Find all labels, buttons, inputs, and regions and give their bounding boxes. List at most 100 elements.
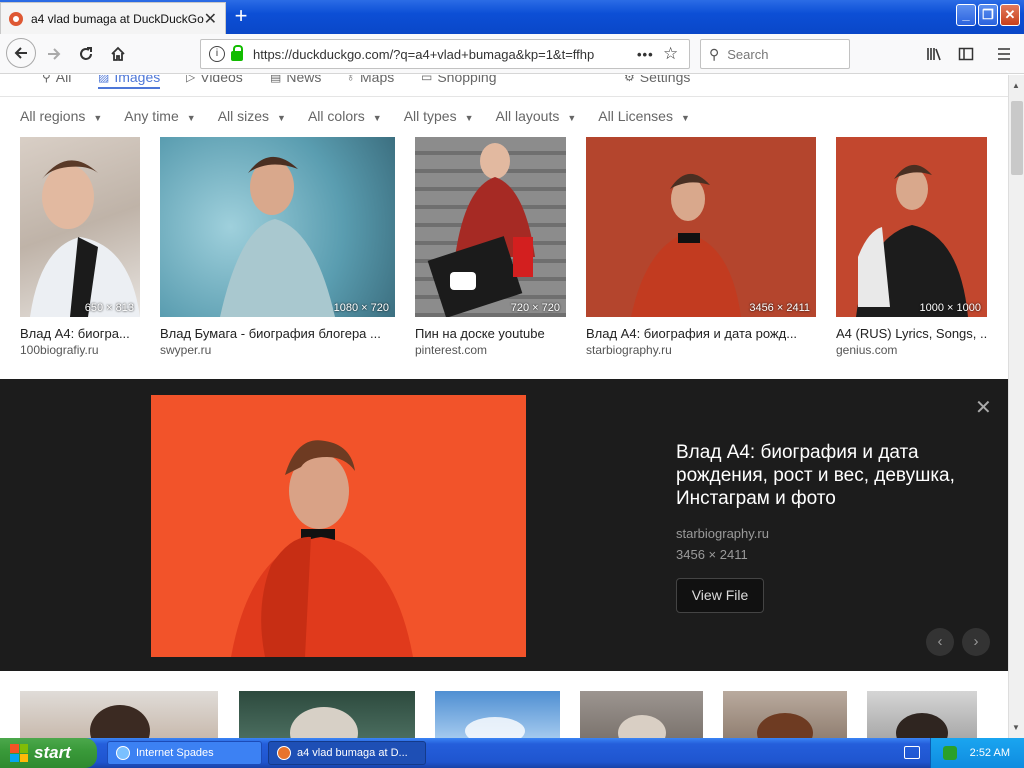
result-title[interactable]: Влад Бумага - биография блогера ... — [160, 326, 395, 341]
duckduckgo-favicon-icon — [9, 11, 23, 26]
vertical-scrollbar[interactable]: ▲ ▼ — [1008, 75, 1024, 738]
scroll-up-icon[interactable]: ▲ — [1012, 81, 1020, 90]
search-icon: ⚲ — [42, 75, 51, 84]
close-window-button[interactable]: ✕ — [1000, 4, 1020, 26]
image-result[interactable] — [20, 691, 218, 738]
result-title[interactable]: Пин на доске youtube — [415, 326, 566, 341]
result-thumbnail[interactable]: 720 × 720 — [415, 137, 566, 317]
result-title[interactable]: Влад А4: биогра... — [20, 326, 140, 341]
keyboard-icon[interactable] — [904, 746, 920, 759]
back-button[interactable] — [6, 38, 36, 68]
restore-button[interactable]: ❐ — [978, 4, 998, 26]
filter-label: All Licenses — [598, 108, 673, 124]
internet-spades-icon — [116, 746, 130, 760]
browser-title-bar: a4 vlad bumaga at DuckDuckGo ✕ + _ ❐ ✕ — [0, 0, 1024, 34]
taskbar-item[interactable]: a4 vlad bumaga at D... — [268, 741, 426, 765]
image-result[interactable] — [239, 691, 415, 738]
portrait-figure-icon — [231, 440, 413, 657]
tab-maps[interactable]: ♁ Maps — [346, 75, 394, 85]
image-result[interactable]: 1000 × 1000 A4 (RUS) Lyrics, Songs, ... … — [836, 137, 987, 357]
result-source: starbiography.ru — [586, 343, 672, 357]
browser-search-box[interactable]: ⚲ Search — [700, 39, 850, 69]
home-button[interactable] — [104, 40, 132, 68]
forward-button[interactable] — [40, 40, 68, 68]
image-dimensions: 3456 × 2411 — [749, 302, 810, 314]
address-bar[interactable]: i https://duckduckgo.com/?q=a4+vlad+buma… — [200, 39, 690, 69]
tab-label: Images — [114, 75, 161, 85]
result-title[interactable]: A4 (RUS) Lyrics, Songs, ... — [836, 326, 987, 341]
result-source: 100biografiy.ru — [20, 343, 99, 357]
filter-sizes[interactable]: All sizes ▼ — [218, 108, 286, 124]
reload-button[interactable] — [72, 40, 100, 68]
prev-image-button[interactable]: ‹ — [926, 628, 954, 656]
detail-source[interactable]: starbiography.ru — [676, 526, 769, 541]
taskbar-item-label: Internet Spades — [136, 747, 214, 759]
tab-shopping[interactable]: ▭ Shopping — [421, 75, 497, 85]
page-actions-icon[interactable]: ••• — [637, 47, 663, 62]
image-dimensions: 1080 × 720 — [333, 302, 389, 314]
tab-news[interactable]: ▤ News — [270, 75, 321, 85]
view-file-button[interactable]: View File — [676, 578, 764, 613]
play-icon: ▷ — [186, 75, 196, 84]
image-detail-panel: Влад А4: биография и дата рождения, рост… — [0, 379, 1008, 671]
filter-licenses[interactable]: All Licenses ▼ — [598, 108, 690, 124]
result-source: swyper.ru — [160, 343, 212, 357]
image-result[interactable]: 720 × 720 Пин на доске youtube pinterest… — [415, 137, 566, 357]
result-title[interactable]: Влад А4: биография и дата рожд... — [586, 326, 816, 341]
windows-logo-icon — [10, 744, 28, 762]
filter-types[interactable]: All types ▼ — [404, 108, 474, 124]
caret-down-icon: ▼ — [464, 113, 474, 123]
network-icon[interactable] — [943, 746, 957, 760]
browser-tab[interactable]: a4 vlad bumaga at DuckDuckGo ✕ — [0, 2, 226, 34]
filter-regions[interactable]: All regions ▼ — [20, 108, 102, 124]
taskbar-item[interactable]: Internet Spades — [107, 741, 262, 765]
image-result[interactable]: 3456 × 2411 Влад А4: биография и дата ро… — [586, 137, 816, 357]
filter-layouts[interactable]: All layouts ▼ — [496, 108, 577, 124]
portrait-figure-icon — [896, 713, 948, 738]
start-button[interactable]: start — [0, 738, 97, 768]
caret-down-icon: ▼ — [277, 113, 286, 123]
next-image-button[interactable]: › — [962, 628, 990, 656]
image-result[interactable] — [723, 691, 847, 738]
menu-button[interactable] — [990, 40, 1018, 68]
image-result[interactable]: 1080 × 720 Влад Бумага - биография блоге… — [160, 137, 395, 357]
filter-label: All layouts — [495, 108, 560, 124]
result-thumbnail[interactable]: 1000 × 1000 — [836, 137, 987, 317]
clock[interactable]: 2:52 AM — [970, 747, 1010, 759]
image-result[interactable] — [435, 691, 560, 738]
site-info-icon[interactable]: i — [209, 46, 225, 62]
tab-all[interactable]: ⚲ All — [42, 75, 71, 85]
minimize-button[interactable]: _ — [956, 4, 976, 26]
image-result[interactable] — [867, 691, 977, 738]
scroll-down-icon[interactable]: ▼ — [1012, 723, 1020, 732]
sidebar-button[interactable] — [952, 40, 980, 68]
image-result[interactable]: 650 × 813 Влад А4: биогра... 100biografi… — [20, 137, 140, 357]
detail-image[interactable] — [151, 395, 526, 657]
bag-icon: ▭ — [421, 75, 433, 84]
result-thumbnail[interactable]: 650 × 813 — [20, 137, 140, 317]
tab-settings[interactable]: ⚙ Settings — [624, 75, 690, 85]
filter-bar: All regions ▼ Any time ▼ All sizes ▼ All co… — [20, 108, 712, 124]
tab-videos[interactable]: ▷ Videos — [186, 75, 243, 85]
portrait-figure-icon — [757, 713, 813, 738]
tab-label: Maps — [360, 75, 395, 85]
filter-time[interactable]: Any time ▼ — [124, 108, 195, 124]
scrollbar-thumb[interactable] — [1011, 101, 1023, 175]
tab-close-icon[interactable]: ✕ — [204, 9, 217, 29]
image-result[interactable] — [580, 691, 703, 738]
close-detail-icon[interactable]: ✕ — [975, 395, 992, 420]
filter-label: All regions — [20, 108, 86, 124]
portrait-figure-icon — [290, 707, 358, 738]
tab-images[interactable]: ▨ Images — [98, 75, 161, 89]
library-button[interactable] — [920, 40, 948, 68]
portrait-figure-icon — [465, 717, 525, 738]
result-thumbnail[interactable]: 1080 × 720 — [160, 137, 395, 317]
search-icon: ⚲ — [709, 45, 720, 62]
url-text[interactable]: https://duckduckgo.com/?q=a4+vlad+bumaga… — [253, 47, 637, 62]
filter-label: Any time — [124, 108, 179, 124]
result-thumbnail[interactable]: 3456 × 2411 — [586, 137, 816, 317]
filter-colors[interactable]: All colors ▼ — [308, 108, 382, 124]
new-tab-button[interactable]: + — [228, 4, 254, 30]
caret-down-icon: ▼ — [567, 113, 577, 123]
bookmark-star-icon[interactable]: ☆ — [663, 44, 689, 64]
